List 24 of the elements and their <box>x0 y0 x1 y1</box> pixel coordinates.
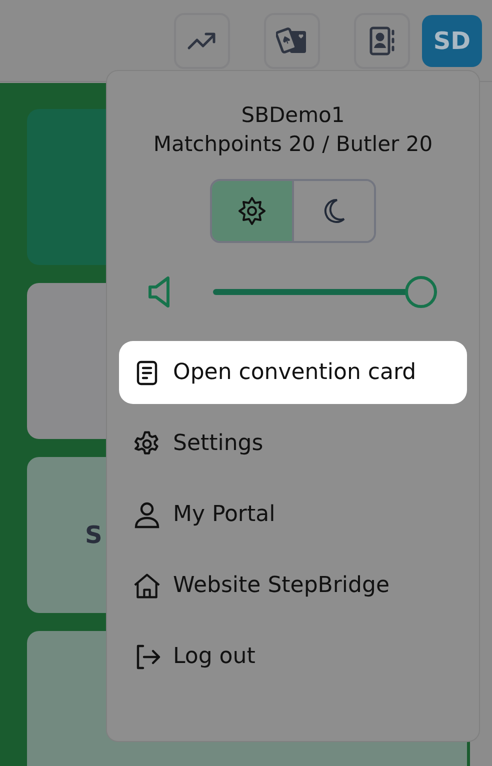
playing-cards-icon <box>276 26 308 56</box>
toolbar-button[interactable] <box>264 12 320 68</box>
sun-icon <box>237 196 267 226</box>
toolbar-button[interactable] <box>354 12 410 68</box>
person-icon <box>134 500 160 528</box>
score-mode-text: Matchpoints 20 / Butler 20 <box>153 131 433 158</box>
menu-item[interactable]: My Portal <box>119 483 467 546</box>
dark-theme-button[interactable] <box>292 181 374 241</box>
light-theme-button[interactable] <box>212 181 292 241</box>
menu-item[interactable]: Website StepBridge <box>119 554 467 617</box>
menu-item[interactable]: Open convention card <box>119 341 467 404</box>
moon-icon <box>322 198 346 224</box>
volume-slider[interactable] <box>213 276 437 308</box>
menu-item[interactable]: Log out <box>119 625 467 688</box>
user-name: SBDemo1 <box>241 102 345 129</box>
tile-label: S <box>85 520 102 551</box>
home-icon <box>133 572 161 600</box>
document-icon <box>136 360 158 386</box>
menu-item[interactable]: Settings <box>119 412 467 475</box>
avatar-button[interactable]: SD <box>422 14 482 66</box>
speaker-icon <box>147 275 171 309</box>
settings-icon <box>133 430 161 458</box>
toolbar-button[interactable] <box>174 12 230 68</box>
address-book-icon <box>368 26 396 56</box>
